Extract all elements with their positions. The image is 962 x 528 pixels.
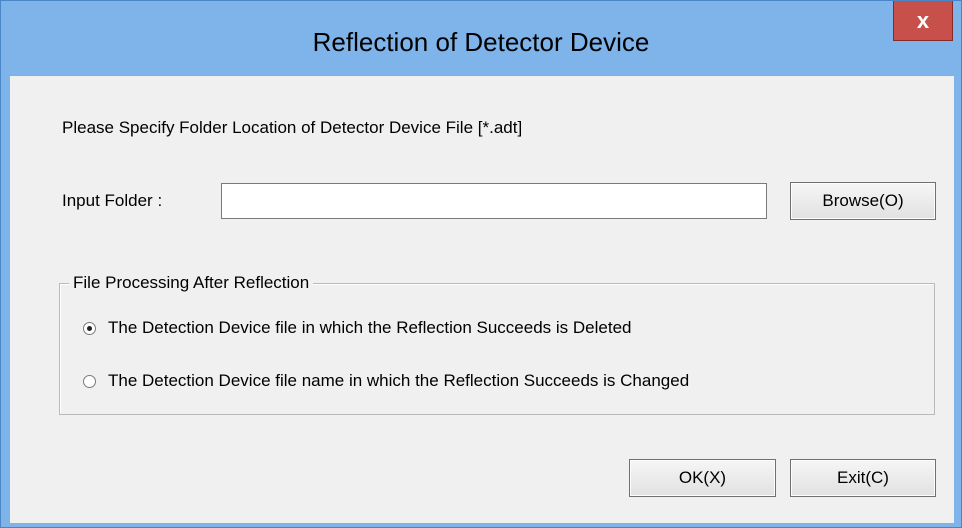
exit-button[interactable]: Exit(C) <box>790 459 936 497</box>
browse-button[interactable]: Browse(O) <box>790 182 936 220</box>
radio-button-icon[interactable] <box>83 374 96 388</box>
title-bar[interactable]: Reflection of Detector Device x <box>1 1 961 75</box>
instruction-text: Please Specify Folder Location of Detect… <box>62 118 523 137</box>
radio-label-change: The Detection Device file name in which … <box>108 371 690 390</box>
dialog-window: Reflection of Detector Device x Please S… <box>0 0 962 528</box>
radio-button-checked-icon[interactable] <box>83 321 96 335</box>
radio-option-delete[interactable]: The Detection Device file in which the R… <box>83 317 632 339</box>
radio-option-change[interactable]: The Detection Device file name in which … <box>83 370 689 392</box>
input-folder-field[interactable] <box>221 183 767 219</box>
file-processing-legend: File Processing After Reflection <box>69 273 314 293</box>
ok-button[interactable]: OK(X) <box>629 459 776 497</box>
file-processing-group <box>59 283 935 415</box>
radio-label-delete: The Detection Device file in which the R… <box>108 318 632 337</box>
dialog-title: Reflection of Detector Device <box>312 27 650 57</box>
close-icon: x <box>916 7 930 33</box>
input-folder-label: Input Folder : <box>62 191 163 210</box>
close-button[interactable]: x <box>893 1 953 41</box>
